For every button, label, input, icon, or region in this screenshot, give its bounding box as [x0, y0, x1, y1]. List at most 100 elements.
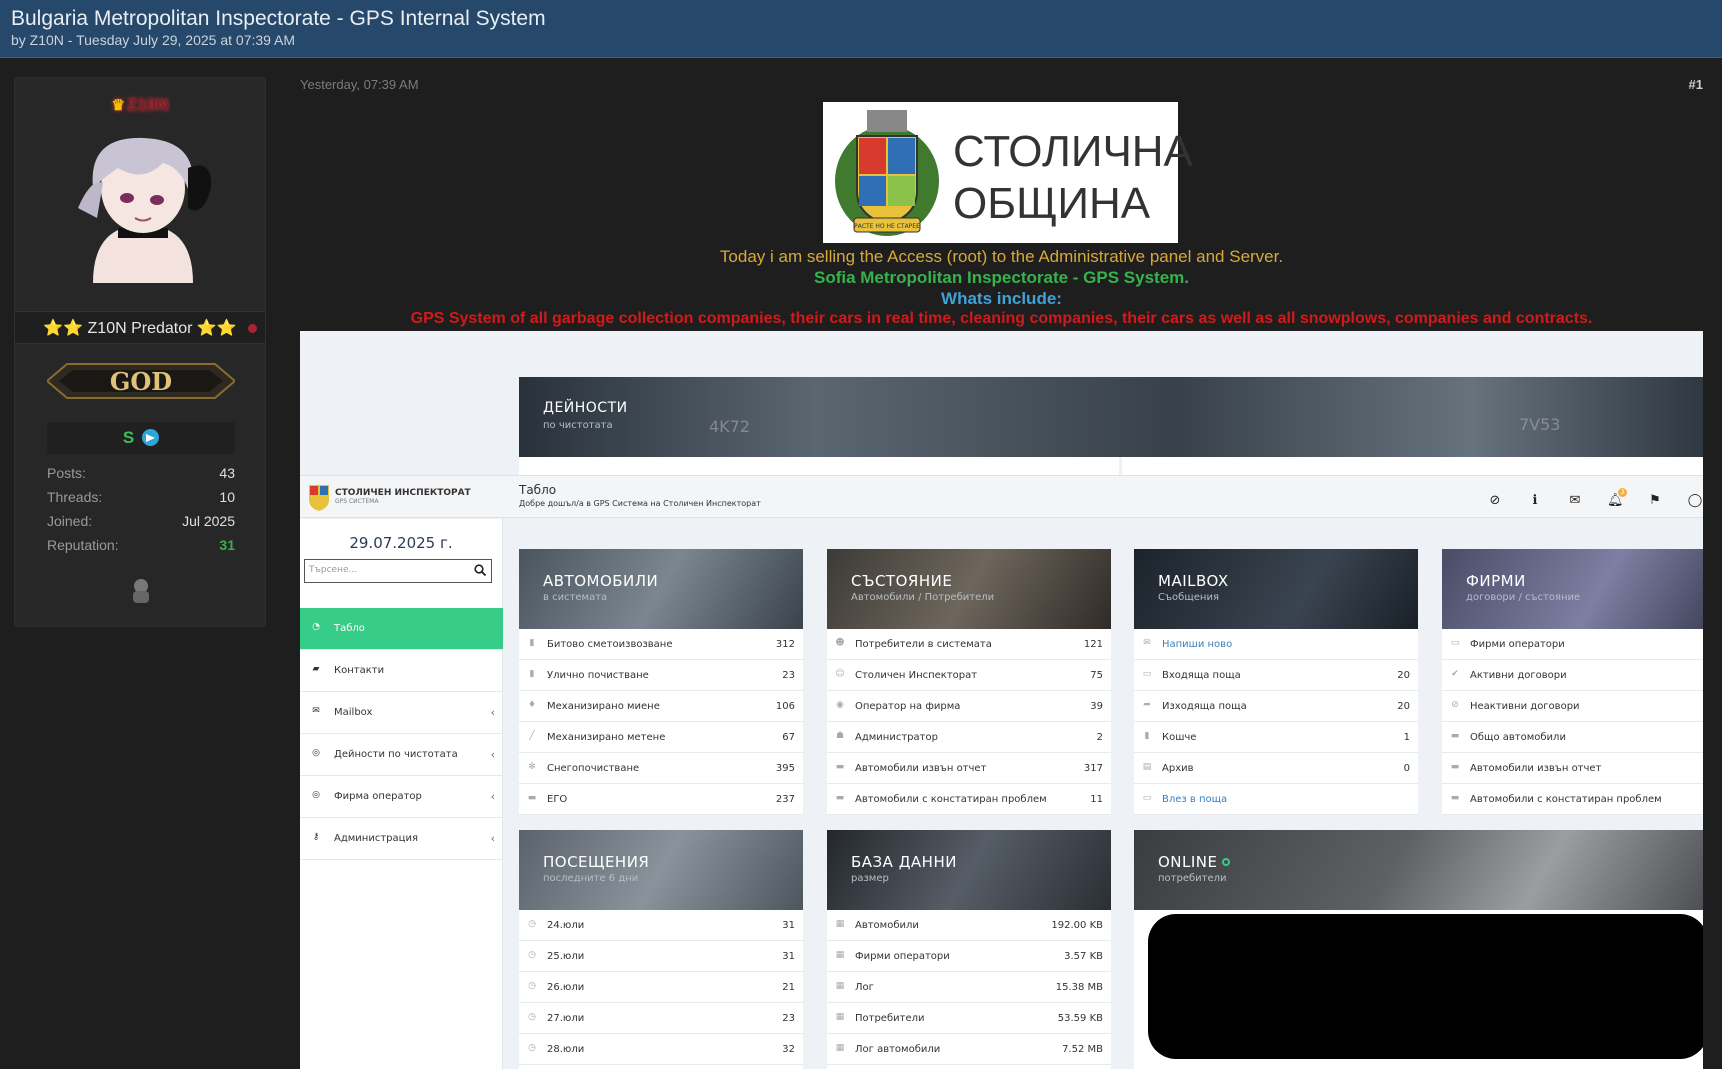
app-brand: СТОЛИЧЕН ИНСПЕКТОРАТ [335, 488, 471, 498]
online-indicator-icon [1221, 858, 1230, 866]
database-icon: ▦ [835, 981, 845, 991]
chevron-left-icon: ‹ [490, 748, 495, 761]
list-item[interactable]: ◷ 27.юли 23 [519, 1003, 803, 1034]
post-line-3: Whats include: [941, 289, 1062, 308]
list-item[interactable]: ☻ Потребители в системата 121 [827, 629, 1111, 660]
list-item[interactable]: ▬ Автомобили с констатиран проблем [1442, 784, 1703, 815]
card-database: БАЗА ДАННИ размер ▦ Автомобили 192.00 KB ▦ Ф… [827, 830, 1111, 1069]
svg-text:РАСТЕ НО НЕ СТАРЕЕ: РАСТЕ НО НЕ СТАРЕЕ [854, 223, 920, 230]
user-icon: ☺ [835, 669, 845, 679]
envelope-icon: ✉ [312, 706, 320, 716]
thread-byline: by Z10N - Tuesday July 29, 2025 at 07:39… [11, 32, 296, 48]
chevron-left-icon: ‹ [490, 790, 495, 803]
snowflake-icon: ✻ [528, 762, 536, 772]
trash-icon: ▮ [1144, 731, 1150, 741]
list-item[interactable]: ▦ Лог автомобили 7.52 MB [827, 1034, 1111, 1065]
redacted-area [1148, 914, 1703, 1059]
gauge-icon: ◎ [312, 748, 320, 758]
stat-joined: Joined: Jul 2025 [47, 513, 235, 529]
list-item[interactable]: ➦ Изходяща поща 20 [1134, 691, 1418, 722]
user-menu-icon[interactable]: ◯ [1687, 493, 1703, 509]
clock-icon: ◷ [528, 981, 536, 991]
list-item[interactable]: ▭ Влез в поща [1134, 784, 1418, 815]
list-item[interactable]: ◷ 28.юли 32 [519, 1034, 803, 1065]
sidebar-item-mailbox[interactable]: ✉ Mailbox ‹ [300, 692, 503, 734]
sidebar-item-contacts[interactable]: ▰ Контакти [300, 650, 503, 692]
share-icon: ➦ [1143, 700, 1151, 710]
user-circle-icon: ◉ [836, 700, 844, 710]
card-visits: ПОСЕЩЕНИЯ последните 6 дни ◷ 24.юли 31 ◷ 25.… [519, 830, 803, 1069]
list-item[interactable]: ▮ Улично почистване 23 [519, 660, 803, 691]
activities-banner: ДЕЙНОСТИ по чистотата 4K72 7V53 [519, 377, 1703, 457]
flag-icon[interactable]: ⚑ [1647, 493, 1663, 509]
list-item[interactable]: ▬ ЕГО 237 [519, 784, 803, 815]
list-item[interactable]: ▦ Потребители 53.59 KB [827, 1003, 1111, 1034]
block-icon[interactable]: ⊘ [1487, 493, 1503, 509]
list-item[interactable]: ▦ Лог 15.38 MB [827, 972, 1111, 1003]
search-input[interactable]: Търсене... [304, 559, 492, 583]
sidebar-item-dashboard[interactable]: ◔ Табло [300, 608, 503, 650]
user-stats: Posts: 43 Threads: 10 Joined: Jul 2025 Repu… [47, 465, 235, 561]
sofia-crest-icon: РАСТЕ НО НЕ СТАРЕЕ [835, 110, 939, 236]
app-logo-icon [309, 485, 329, 511]
broom-icon: ╱ [529, 731, 535, 741]
list-item[interactable]: ╱ Механизирано метене 67 [519, 722, 803, 753]
user-rank: ⭐⭐ Z10N Predator ⭐⭐ [43, 320, 237, 337]
list-item[interactable]: ✉ Напиши ново [1134, 629, 1418, 660]
username[interactable]: ♛ Z10N [15, 95, 265, 115]
list-item[interactable]: ✻ Снегопочистване 395 [519, 753, 803, 784]
post-line-4: GPS System of all garbage collection com… [410, 310, 1593, 327]
avatar[interactable] [63, 128, 223, 283]
list-item[interactable]: ⊘ Неактивни договори [1442, 691, 1703, 722]
archive-icon: ▤ [1142, 762, 1152, 772]
sidebar-item-operator[interactable]: ◎ Фирма оператор ‹ [300, 776, 503, 818]
chevron-left-icon: ‹ [490, 706, 495, 719]
app-topbar: СТОЛИЧЕН ИНСПЕКТОРАТ GPS СИСТЕМА Табло Д… [300, 475, 1703, 518]
post-number[interactable]: #1 [1689, 77, 1703, 92]
list-item[interactable]: ▤ Архив 0 [1134, 753, 1418, 784]
list-item[interactable]: ☗ Администратор 2 [827, 722, 1111, 753]
award-icon [133, 579, 149, 603]
list-item[interactable]: ▬ Автомобили извън отчет 317 [827, 753, 1111, 784]
list-item[interactable]: ▮ Битово сметоизвозване 312 [519, 629, 803, 660]
check-icon: ✔ [1451, 669, 1459, 679]
app-sidebar: 29.07.2025 г. Търсене... ◔ Табло ▰ Контакт… [300, 519, 503, 1069]
users-icon: ☻ [835, 638, 845, 648]
list-item[interactable]: ▬ Автомобили с констатиран проблем 11 [827, 784, 1111, 815]
list-item[interactable]: ▬ Автомобили извън отчет [1442, 753, 1703, 784]
god-badge: GOD [47, 363, 235, 399]
database-icon: ▦ [835, 919, 845, 929]
search-icon[interactable] [474, 564, 486, 576]
card-status: СЪСТОЯНИЕ Автомобили / Потребители ☻ Потре… [827, 549, 1111, 815]
card-mailbox: MAILBOX Съобщения ✉ Напиши ново ▭ Входяща п… [1134, 549, 1418, 815]
list-item[interactable]: ▬Общо автомобили1 [1442, 722, 1703, 753]
list-item[interactable]: ☺ Столичен Инспекторат 75 [827, 660, 1111, 691]
list-item[interactable]: ▦ Автомобили 192.00 KB [827, 910, 1111, 941]
list-item[interactable]: ◷ 26.юли 21 [519, 972, 803, 1003]
user-secret-icon: ☗ [835, 731, 845, 741]
list-item[interactable]: ▦ Фирми оператори 3.57 KB [827, 941, 1111, 972]
info-icon[interactable]: ℹ [1527, 493, 1543, 509]
post-line-1: Today i am selling the Access (root) to … [719, 247, 1284, 266]
list-item[interactable]: ◷ 25.юли 31 [519, 941, 803, 972]
plate-text-left: 4K72 [709, 417, 751, 436]
session-messenger-icon[interactable]: S [123, 428, 134, 448]
sidebar-item-activities[interactable]: ◎ Дейности по чистотата ‹ [300, 734, 503, 776]
mail-icon[interactable]: ✉ [1567, 493, 1583, 509]
truck-icon: ▬ [1450, 762, 1460, 772]
list-item[interactable]: ♦ Механизирано миене 106 [519, 691, 803, 722]
list-item[interactable]: ▭ Фирми оператори [1442, 629, 1703, 660]
truck-icon: ▬ [1450, 793, 1460, 803]
thread-header: Bulgaria Metropolitan Inspectorate - GPS… [0, 0, 1722, 58]
list-item[interactable]: ◷ 24.юли 31 [519, 910, 803, 941]
list-item[interactable]: ▭ Входяща поща 20 [1134, 660, 1418, 691]
truck-icon: ▬ [527, 793, 537, 803]
sidebar-item-administration[interactable]: ⚷ Администрация ‹ [300, 818, 503, 860]
list-item[interactable]: ◉ Оператор на фирма 39 [827, 691, 1111, 722]
chevron-left-icon: ‹ [490, 832, 495, 845]
telegram-icon[interactable] [142, 429, 160, 446]
list-item[interactable]: ▮ Кошче 1 [1134, 722, 1418, 753]
bell-icon[interactable]: 🔔︎ 3 [1607, 488, 1627, 509]
list-item[interactable]: ✔ Активни договори [1442, 660, 1703, 691]
contact-icons: S [47, 422, 235, 454]
